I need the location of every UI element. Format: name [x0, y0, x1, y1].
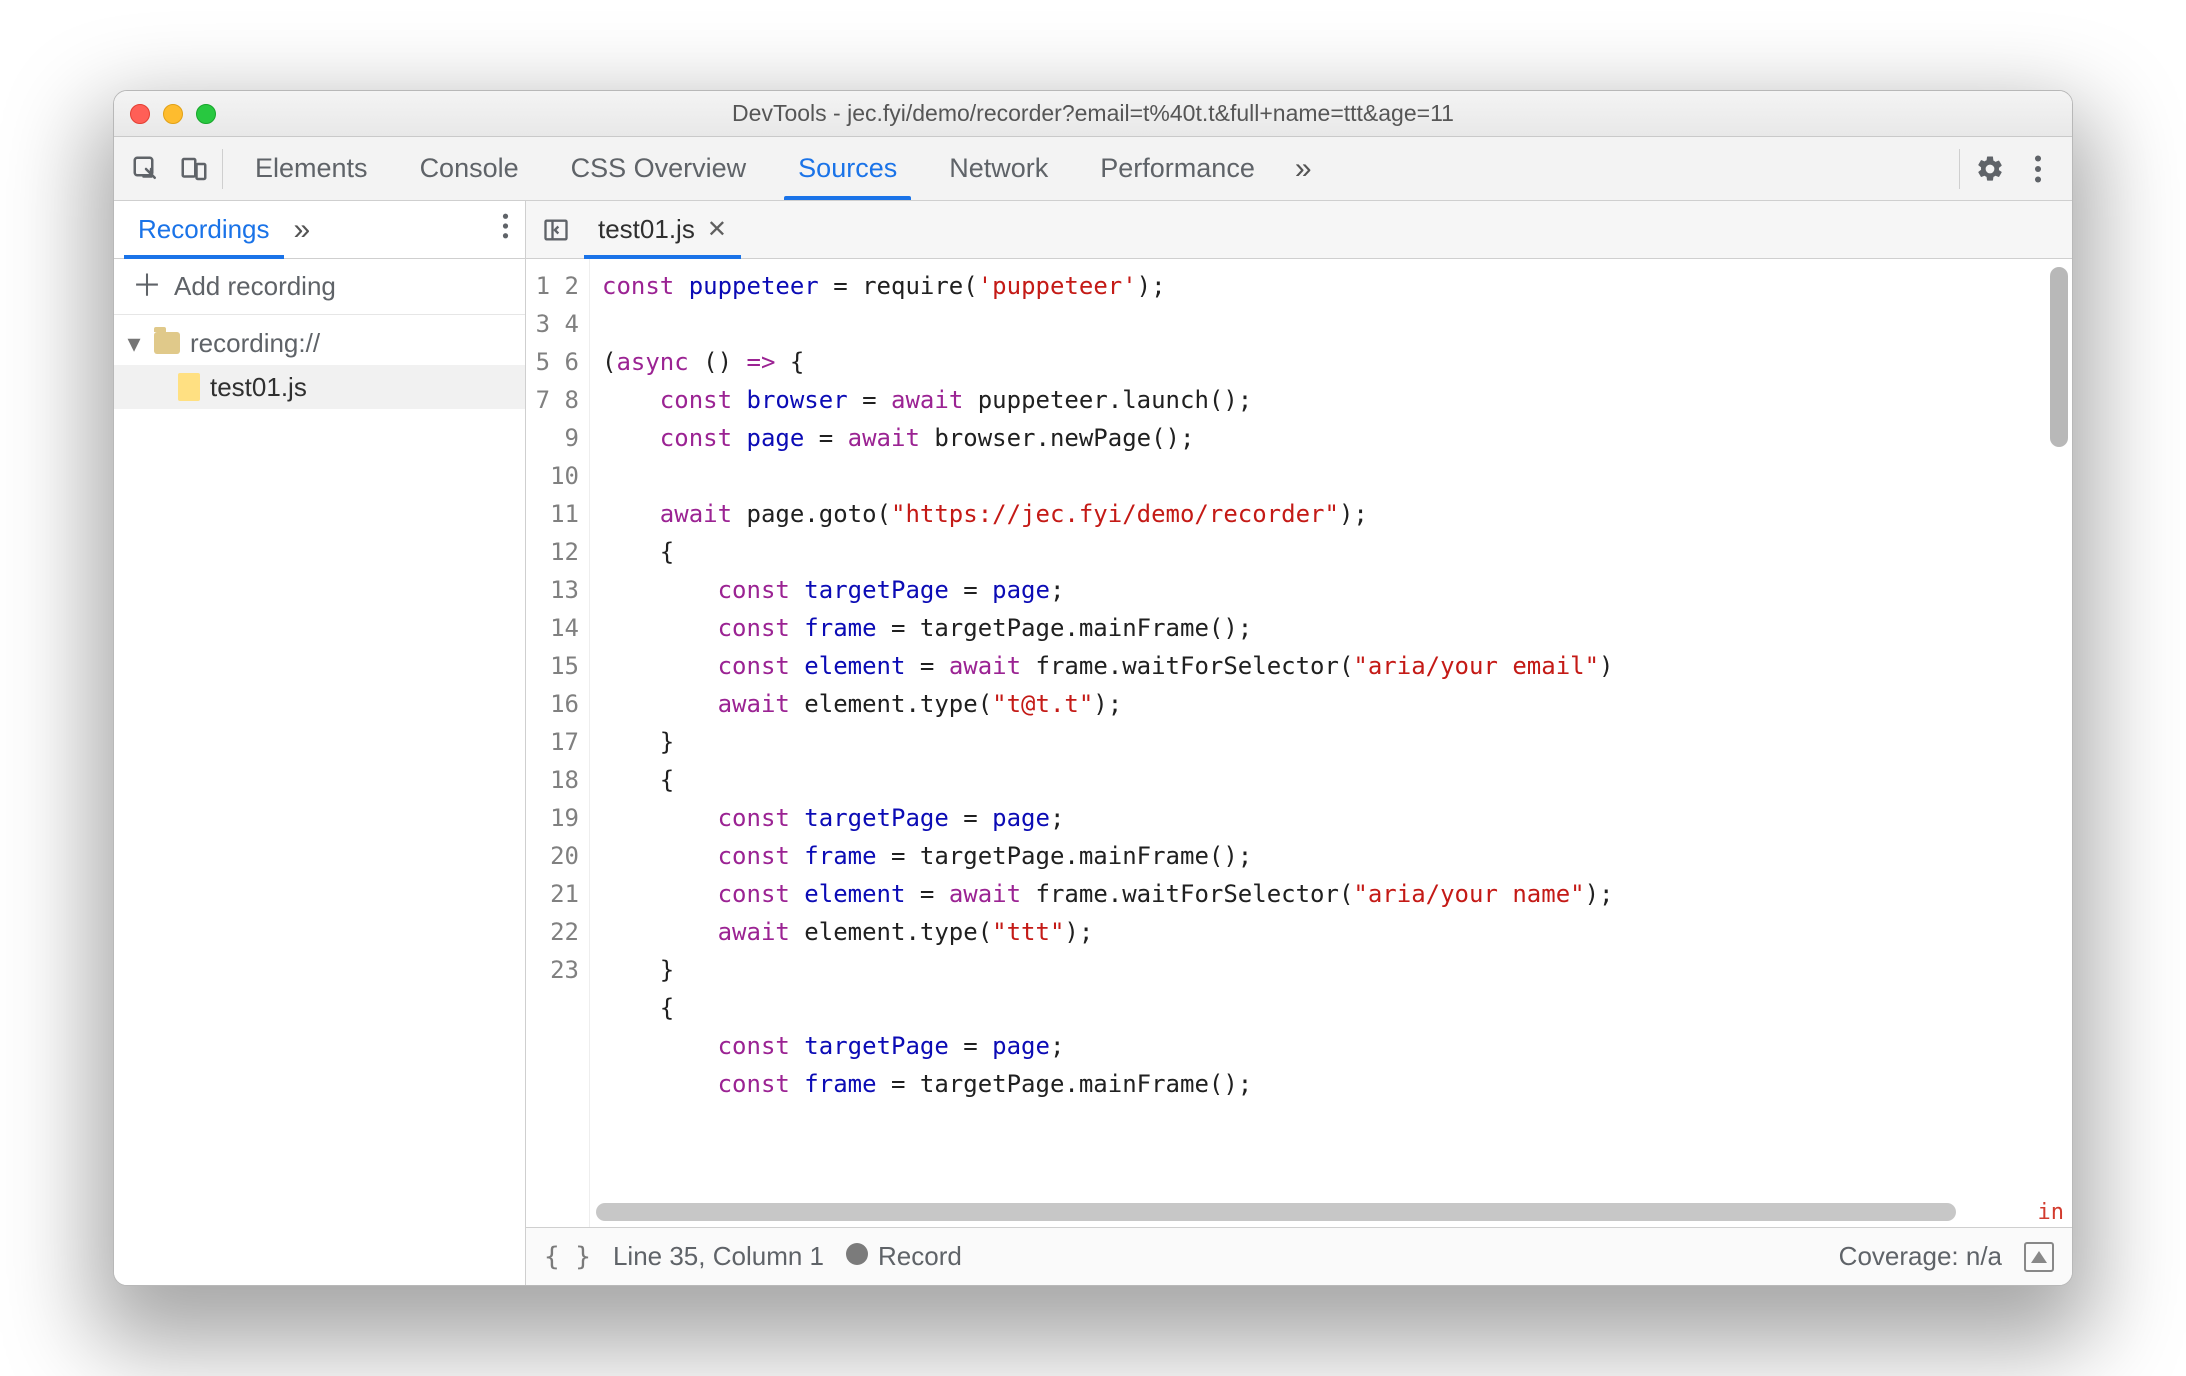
- sidebar-kebab-icon[interactable]: [492, 213, 519, 246]
- window-title: DevTools - jec.fyi/demo/recorder?email=t…: [114, 100, 2072, 127]
- vertical-scrollbar[interactable]: [2050, 267, 2068, 1199]
- file-tree: ▾ recording:// test01.js: [114, 315, 525, 415]
- status-bar: { } Line 35, Column 1 Record Coverage: n…: [526, 1227, 2072, 1285]
- code-area: 1 2 3 4 5 6 7 8 9 10 11 12 13 14 15 16 1…: [526, 259, 2072, 1227]
- sidebar-tabs: Recordings »: [114, 201, 525, 259]
- record-dot-icon: [846, 1243, 868, 1265]
- editor-pane: test01.js ✕ 1 2 3 4 5 6 7 8 9 10 11 12 1…: [526, 201, 2072, 1285]
- editor-tab[interactable]: test01.js ✕: [584, 201, 741, 258]
- folder-icon: [154, 332, 180, 354]
- panel-tab-elements[interactable]: Elements: [229, 137, 394, 200]
- device-toolbar-icon[interactable]: [170, 145, 218, 193]
- code-content[interactable]: const puppeteer = require('puppeteer'); …: [590, 259, 2072, 1227]
- main-toolbar: ElementsConsoleCSS OverviewSourcesNetwor…: [114, 137, 2072, 201]
- devtools-window: DevTools - jec.fyi/demo/recorder?email=t…: [113, 90, 2073, 1286]
- kebab-menu-icon[interactable]: [2014, 145, 2062, 193]
- more-tabs-icon[interactable]: »: [1281, 152, 1326, 186]
- folder-label: recording://: [190, 328, 320, 359]
- panel-tabs: ElementsConsoleCSS OverviewSourcesNetwor…: [229, 137, 1281, 200]
- plus-icon: ＋: [132, 272, 162, 302]
- main-body: Recordings » ＋ Add recording ▾ recording…: [114, 201, 2072, 1285]
- sidebar: Recordings » ＋ Add recording ▾ recording…: [114, 201, 526, 1285]
- overflow-text: in: [2038, 1200, 2065, 1225]
- settings-icon[interactable]: [1966, 145, 2014, 193]
- toolbar-divider: [1959, 149, 1960, 189]
- panel-tab-sources[interactable]: Sources: [772, 137, 923, 200]
- editor-tab-label: test01.js: [598, 214, 695, 245]
- file-label: test01.js: [210, 372, 307, 403]
- horizontal-scrollbar[interactable]: [596, 1203, 2050, 1221]
- vertical-scroll-thumb[interactable]: [2050, 267, 2068, 447]
- js-file-icon: [178, 373, 200, 401]
- inspect-element-icon[interactable]: [122, 145, 170, 193]
- scroll-top-icon[interactable]: [2024, 1242, 2054, 1272]
- add-recording-label: Add recording: [174, 271, 336, 302]
- coverage-label: Coverage: n/a: [1839, 1241, 2002, 1272]
- editor-tabs: test01.js ✕: [526, 201, 2072, 259]
- cursor-position: Line 35, Column 1: [613, 1241, 824, 1272]
- add-recording-button[interactable]: ＋ Add recording: [114, 259, 525, 315]
- record-button[interactable]: Record: [846, 1241, 962, 1272]
- navigator-toggle-icon[interactable]: [536, 210, 576, 250]
- pretty-print-icon[interactable]: { }: [544, 1242, 591, 1272]
- horizontal-scroll-thumb[interactable]: [596, 1203, 1956, 1221]
- panel-tab-css-overview[interactable]: CSS Overview: [545, 137, 773, 200]
- panel-tab-performance[interactable]: Performance: [1074, 137, 1281, 200]
- sidebar-tab-recordings[interactable]: Recordings: [124, 201, 284, 258]
- toolbar-divider: [222, 149, 223, 189]
- tree-file-row[interactable]: test01.js: [114, 365, 525, 409]
- close-tab-icon[interactable]: ✕: [707, 215, 727, 244]
- caret-down-icon: ▾: [124, 328, 144, 359]
- panel-tab-network[interactable]: Network: [923, 137, 1074, 200]
- tree-folder-row[interactable]: ▾ recording://: [114, 321, 525, 365]
- line-gutter: 1 2 3 4 5 6 7 8 9 10 11 12 13 14 15 16 1…: [526, 259, 590, 1227]
- sidebar-more-tabs-icon[interactable]: »: [284, 213, 321, 247]
- panel-tab-console[interactable]: Console: [394, 137, 545, 200]
- titlebar: DevTools - jec.fyi/demo/recorder?email=t…: [114, 91, 2072, 137]
